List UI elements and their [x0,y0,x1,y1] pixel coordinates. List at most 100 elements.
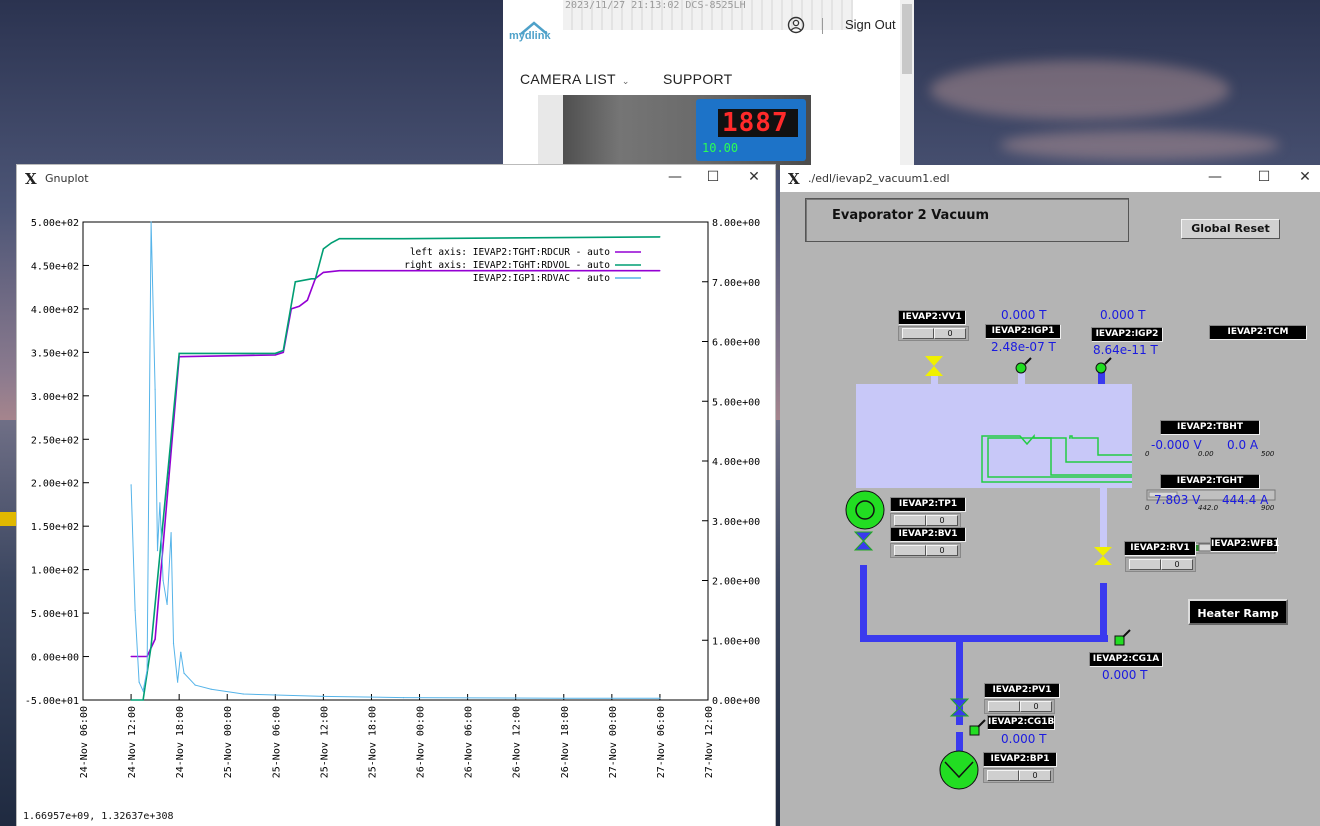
bp1-off-button[interactable] [987,770,1019,781]
y-left-tick-label: 3.50e+02 [31,348,79,359]
series-3-point [156,550,159,552]
turbo-pump-icon[interactable] [845,490,885,530]
global-reset-button[interactable]: Global Reset [1181,219,1280,239]
meter-reading: 1887 [722,108,789,138]
valve-pv1-icon[interactable] [949,698,970,717]
series-3-point [162,579,164,582]
igp1-port [1018,372,1025,384]
tag-wfb1: IEVAP2:WFB1 [1210,537,1279,552]
nav-camera-list-label: CAMERA LIST [520,71,616,87]
cg1b-pressure: 0.000 T [1001,732,1047,746]
valve-bv1-icon[interactable] [853,531,874,551]
series-line-1 [131,269,660,658]
igp2-pressure: 8.64e-11 T [1093,343,1158,357]
gauge-cg1a-icon[interactable] [1114,629,1131,646]
gauge-cg1b-icon[interactable] [969,719,986,736]
y-right-tick-label: 1.00e+00 [712,636,760,647]
mydlink-browser-window: 2023/11/27 21:13:02 DCS-8525LH mydlink S… [503,0,914,170]
series-1-point [282,351,284,353]
tag-tght: IEVAP2:TGHT [1160,474,1260,489]
igp2-port [1098,372,1105,384]
igp1-top-readout: 0.000 T [1001,308,1047,322]
mydlink-logo[interactable]: mydlink [509,20,559,46]
series-3-point [172,642,175,644]
x-tick-label: 25-Nov 18:00 [367,706,378,778]
y-left-tick-label: 1.00e+02 [31,566,79,577]
series-3-point [177,681,179,683]
close-icon[interactable]: ✕ [744,169,764,185]
maximize-icon[interactable]: ☐ [703,169,723,185]
x-tick-label: 26-Nov 00:00 [416,706,427,778]
gauge-igp1-icon[interactable] [1015,357,1032,374]
x11-icon: X [788,170,800,188]
heater-ramp-button[interactable]: Heater Ramp [1188,599,1288,625]
series-2-point [130,699,132,701]
series-2-point [274,352,276,354]
tght-scale-mid: 442.0 [1198,504,1219,512]
y-right-tick-label: 4.00e+00 [712,457,760,468]
panel-title: Evaporator 2 Vacuum [832,208,990,223]
meter-setpoint: 10.00 [702,141,739,155]
camera-live-feed[interactable]: 1887 10.00 [538,95,811,170]
tag-tbht: IEVAP2:TBHT [1160,420,1260,435]
y-right-tick-label: 8.00e+00 [712,218,760,229]
gnuplot-window: X Gnuplot — ☐ ✕ 5.00e+02 4.50e+02 4.00e+02… [17,165,775,826]
gauge-igp2-icon[interactable] [1095,357,1112,374]
bv1-open-button[interactable]: 0 [926,545,958,556]
gnuplot-chart[interactable]: 5.00e+02 4.50e+02 4.00e+02 3.50e+02 3.00e+02… [17,192,775,802]
y-right-tick-label: 3.00e+00 [712,517,760,528]
series-line-3 [130,221,660,699]
nav-support[interactable]: SUPPORT [663,71,733,87]
valve-rv1-icon[interactable] [1094,547,1112,565]
tag-igp1: IEVAP2:IGP1 [985,324,1061,339]
sign-out-link[interactable]: Sign Out [845,17,896,32]
tag-bp1: IEVAP2:BP1 [983,752,1057,767]
tag-cg1b: IEVAP2:CG1B [987,715,1055,730]
maximize-icon[interactable]: ☐ [1254,169,1274,185]
vv1-close-button[interactable] [902,328,934,339]
tp1-on-button[interactable]: 0 [926,515,958,526]
gnuplot-titlebar[interactable]: X Gnuplot — ☐ ✕ [17,165,775,192]
minimize-icon[interactable]: — [1205,169,1225,185]
cursor-readout: 1.66957e+09, 1.32637e+308 [23,811,174,822]
tbht-current: 0.0 A [1227,438,1259,452]
tght-scale-min: 0 [1145,504,1150,512]
y-right-tick-label: 5.00e+00 [712,397,760,408]
series-2-point [330,242,332,244]
minimize-icon[interactable]: — [665,169,685,185]
desktop-cloud [930,60,1230,120]
tbht-voltage: -0.000 V [1151,438,1202,452]
pv1-close-button[interactable] [988,701,1020,712]
tp1-off-button[interactable] [894,515,926,526]
valve-vv1-icon[interactable] [925,356,943,376]
pv1-controls: 0 [984,699,1055,714]
series-3-point [138,681,140,683]
edm-titlebar[interactable]: X ./edl/ievap2_vacuum1.edl — ☐ ✕ [780,165,1320,192]
backing-pump-icon[interactable] [939,750,979,790]
user-account-icon[interactable] [787,16,805,34]
series-2-point [322,248,324,250]
nav-camera-list[interactable]: CAMERA LIST ⌄ [520,71,630,87]
browser-scroll-thumb[interactable] [902,4,912,74]
close-icon[interactable]: ✕ [1295,169,1315,185]
series-3-point [402,697,405,699]
rv1-open-button[interactable]: 0 [1161,559,1193,570]
x-tick-label: 27-Nov 06:00 [656,706,667,778]
bv1-close-button[interactable] [894,545,926,556]
x-tick-label: 24-Nov 12:00 [127,706,138,778]
bp1-on-button[interactable]: 0 [1019,770,1051,781]
roughing-pipes [860,565,1108,762]
x-tick-label: 27-Nov 00:00 [608,706,619,778]
vv1-open-button[interactable]: 0 [934,328,966,339]
browser-scrollbar[interactable] [900,0,914,170]
series-3-point [130,484,132,486]
vv1-controls: 0 [898,326,969,341]
y-right-tick-label: 6.00e+00 [712,338,760,349]
pv1-open-button[interactable]: 0 [1020,701,1052,712]
tag-vv1: IEVAP2:VV1 [898,310,966,325]
series-3-point [180,651,182,653]
x-tick-label: 25-Nov 00:00 [223,706,234,778]
tbht-scale-min: 0 [1145,450,1150,458]
tag-bv1: IEVAP2:BV1 [890,527,966,542]
rv1-close-button[interactable] [1129,559,1161,570]
